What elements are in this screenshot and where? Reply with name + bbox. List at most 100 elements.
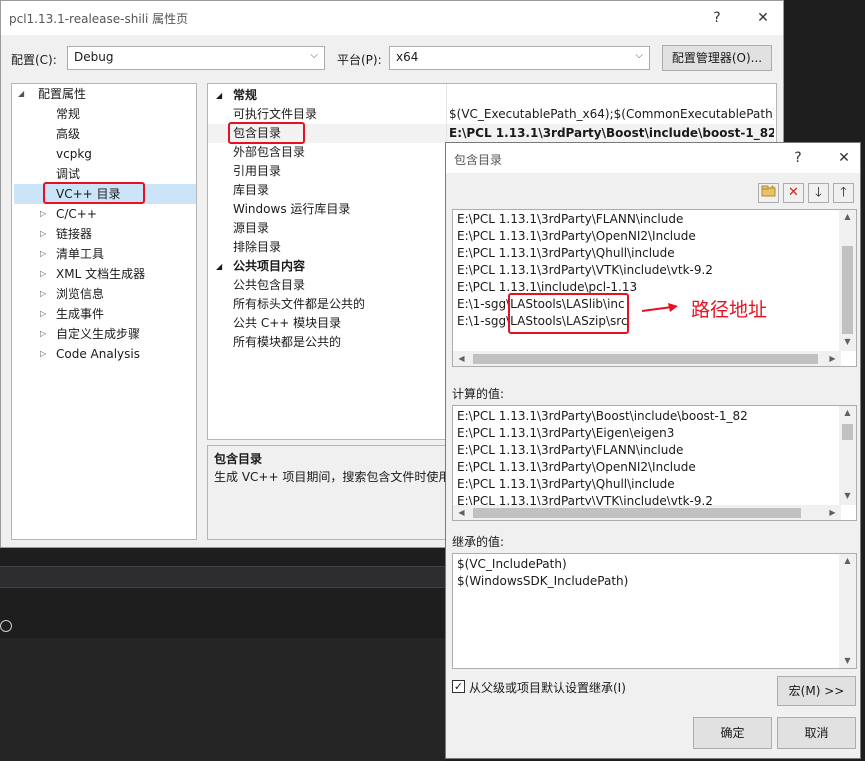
prop-key: 源目录 [233,221,270,235]
move-down-icon[interactable]: 🡓 [808,183,829,203]
prop-key: 公共包含目录 [233,278,306,292]
move-up-icon[interactable]: 🡑 [833,183,854,203]
ide-toolbar-strip [0,566,445,588]
inherit-checkbox-label[interactable]: 从父级或项目默认设置继承(I) [469,679,626,696]
collapsed-icon: ▷ [40,289,47,298]
list-item[interactable]: E:\PCL 1.13.1\3rdParty\VTK\include\vtk-9… [457,262,713,279]
tree-item-label: 生成事件 [56,307,105,321]
vertical-scrollbar[interactable]: ▲ ▼ [839,210,856,351]
dialog-titlebar: 包含目录 ? ✕ [446,143,860,173]
prop-key: 所有模块都是公共的 [233,335,342,349]
collapsed-icon: ▷ [40,309,47,318]
property-tree: ◢ 配置属性 常规 高级 vcpkg 调试 VC++ 目录 ▷ C/C++ ▷ 链接… [11,83,197,540]
computed-label: 计算的值: [452,387,505,401]
vertical-scrollbar[interactable]: ▲ ▼ [839,406,856,505]
clock-icon[interactable] [0,620,12,632]
help-icon[interactable]: ? [705,7,729,29]
scroll-up-icon[interactable]: ▲ [839,408,856,417]
category-label: 公共项目内容 [233,259,306,273]
collapsed-icon: ▷ [40,329,47,338]
config-select[interactable]: Debug ⌵ [67,46,325,70]
category-general[interactable]: ◢ 常规 [208,86,774,105]
platform-label: 平台(P): [337,53,382,67]
scroll-down-icon[interactable]: ▼ [839,491,856,500]
list-item: E:\PCL 1.13.1\3rdParty\OpenNI2\Include [457,460,696,474]
tree-item-label: Code Analysis [56,347,140,361]
scroll-thumb[interactable] [842,246,853,334]
list-item[interactable]: E:\PCL 1.13.1\3rdParty\FLANN\include [457,211,683,228]
config-manager-button[interactable]: 配置管理器(O)... [662,45,772,71]
scroll-right-icon[interactable]: ▶ [824,354,841,363]
prop-key: 外部包含目录 [233,145,306,159]
annotation-label: 路径地址 [691,299,768,321]
tree-root-label: 配置属性 [38,87,87,101]
prop-key: 库目录 [233,183,270,197]
inherited-values-list: $(VC_IncludePath) $(WindowsSDK_IncludePa… [452,553,857,669]
close-icon[interactable]: ✕ [751,7,775,29]
help-icon[interactable]: ? [786,147,810,169]
scroll-thumb[interactable] [842,424,853,440]
prop-value: $(VC_ExecutablePath_x64);$(CommonExecuta… [449,107,774,121]
list-item: E:\PCL 1.13.1\3rdParty\Boost\include\boo… [457,409,748,423]
tree-root[interactable]: ◢ 配置属性 [18,84,196,104]
prop-value: E:\PCL 1.13.1\3rdParty\Boost\include\boo… [449,126,774,140]
tree-item-general[interactable]: 常规 [56,104,80,124]
list-item: E:\PCL 1.13.1\3rdParty\Eigen\eigen3 [457,426,675,440]
list-item: $(WindowsSDK_IncludePath) [457,574,629,588]
inherited-label: 继承的值: [452,535,505,549]
scroll-left-icon[interactable]: ◀ [453,354,470,363]
collapsed-icon: ▷ [40,249,47,258]
new-folder-icon[interactable]: ✦ [758,183,779,203]
computed-values-list: E:\PCL 1.13.1\3rdParty\Boost\include\boo… [452,405,857,521]
highlight-vc-directories [43,182,145,204]
chevron-down-icon: ⌵ [635,50,643,61]
list-item: E:\PCL 1.13.1\3rdParty\Qhull\include [457,477,675,491]
description-text: 生成 VC++ 项目期间，搜索包含文件时使用 [214,470,451,484]
tree-item-label: C/C++ [56,207,97,221]
prop-key: 排除目录 [233,240,282,254]
scroll-thumb[interactable] [473,354,818,364]
prop-key: Windows 运行库目录 [233,202,351,216]
description-title: 包含目录 [214,452,263,466]
scroll-right-icon[interactable]: ▶ [824,508,841,517]
scroll-up-icon[interactable]: ▲ [839,212,856,221]
horizontal-scrollbar[interactable]: ◀ ▶ [453,351,841,366]
highlight-include-dirs [228,122,305,144]
list-item[interactable]: E:\PCL 1.13.1\3rdParty\Qhull\include [457,245,675,262]
highlight-lastools-paths [508,293,629,334]
vertical-scrollbar[interactable]: ▲ ▼ [839,554,856,668]
horizontal-scrollbar[interactable]: ◀ ▶ [453,505,841,520]
category-label: 常规 [233,88,258,102]
tree-item-label: 浏览信息 [56,287,105,301]
ok-button[interactable]: 确定 [693,717,772,749]
expanded-icon: ◢ [18,89,25,98]
prop-key: 公共 C++ 模块目录 [233,316,342,330]
scroll-thumb[interactable] [473,508,801,518]
tree-item-advanced[interactable]: 高级 [56,124,80,144]
tree-item-label: 链接器 [56,227,93,241]
main-titlebar: pcl1.13.1-realease-shili 属性页 ? ✕ [1,1,783,35]
close-icon[interactable]: ✕ [832,147,856,169]
tree-item-debugging[interactable]: 调试 [56,164,80,184]
platform-select[interactable]: x64 ⌵ [389,46,650,70]
collapsed-icon: ▷ [40,349,47,358]
expanded-icon: ◢ [216,262,223,271]
scroll-left-icon[interactable]: ◀ [453,508,470,517]
tree-item-label: XML 文档生成器 [56,267,146,281]
include-dirs-dialog: 包含目录 ? ✕ ✦ ✕ 🡓 🡑 E:\PCL 1.13.1\3rdParty\… [445,142,861,759]
tree-item-vcpkg[interactable]: vcpkg [56,144,92,164]
scroll-down-icon[interactable]: ▼ [839,337,856,346]
platform-value: x64 [396,50,419,64]
chevron-down-icon: ⌵ [310,50,318,61]
dialog-title: 包含目录 [454,153,503,167]
list-item[interactable]: E:\PCL 1.13.1\3rdParty\OpenNI2\Include [457,228,696,245]
cancel-button[interactable]: 取消 [777,717,856,749]
macros-button[interactable]: 宏(M) >> [777,676,856,706]
include-entries-list[interactable]: E:\PCL 1.13.1\3rdParty\FLANN\include E:\… [452,209,857,367]
tree-item-label: 常规 [56,107,81,121]
delete-icon[interactable]: ✕ [783,183,804,203]
scroll-up-icon[interactable]: ▲ [839,556,856,565]
scroll-down-icon[interactable]: ▼ [839,656,856,665]
inherit-checkbox[interactable]: ✓ [452,680,465,693]
collapsed-icon: ▷ [40,229,47,238]
